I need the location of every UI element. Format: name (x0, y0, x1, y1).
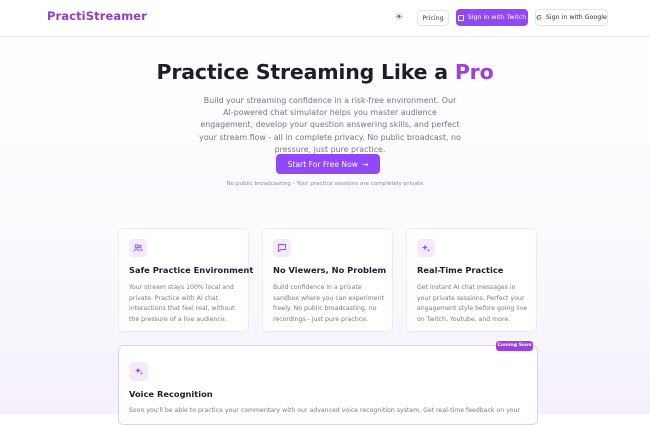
feature-card-real-time: Real-Time Practice Get instant AI chat m… (406, 228, 537, 332)
hero-title-main: Practice Streaming Like a (156, 60, 455, 84)
twitch-label: Sign in with Twitch (467, 14, 527, 21)
hero-title-accent: Pro (454, 60, 494, 84)
google-icon: G (536, 13, 542, 22)
hero-title: Practice Streaming Like a Pro (0, 60, 650, 84)
pricing-button[interactable]: Pricing (417, 10, 449, 26)
feature-card-voice-recognition: Voice Recognition Soon you'll be able to… (118, 345, 538, 425)
users-icon (129, 239, 147, 257)
cta-label: Start For Free Now (287, 159, 358, 169)
sparkles-icon (417, 239, 435, 257)
feature-description: Get instant AI chat messages in your pri… (417, 284, 528, 323)
twitch-icon (457, 14, 464, 21)
pricing-label: Pricing (422, 14, 444, 22)
hero-description: Build your streaming confidence in a ris… (199, 96, 461, 154)
coming-soon-badge: Coming Soon (496, 341, 533, 351)
feature-title: No Viewers, No Problem (273, 265, 387, 275)
arrow-right-icon: → (361, 159, 369, 169)
privacy-note: No public broadcasting - Your practice s… (226, 181, 424, 187)
feature-description: Your stream stays 100% local and private… (129, 284, 235, 323)
feature-card-safe-practice: Safe Practice Environment Your stream st… (118, 228, 253, 332)
feature-description: Soon you'll be able to practice your com… (129, 407, 520, 414)
start-free-button[interactable]: Start For Free Now → (276, 154, 380, 174)
feature-card-no-viewers: No Viewers, No Problem Build confidence … (262, 228, 393, 332)
app-logo[interactable]: PractiStreamer (47, 9, 147, 23)
chat-bubble-icon (273, 239, 291, 257)
sign-in-google-button[interactable]: G Sign in with Google (535, 9, 608, 26)
feature-description: Build confidence in a private sandbox wh… (273, 284, 384, 323)
top-nav: PractiStreamer ☀ Pricing Sign in with Tw… (0, 0, 650, 37)
sign-in-twitch-button[interactable]: Sign in with Twitch (456, 9, 528, 26)
sun-icon: ☀ (394, 12, 404, 23)
feature-title: Safe Practice Environment (129, 265, 254, 275)
feature-title: Voice Recognition (129, 389, 213, 399)
theme-toggle-button[interactable]: ☀ (392, 11, 406, 25)
google-label: Sign in with Google (545, 14, 607, 21)
sparkles-icon (129, 362, 148, 381)
feature-title: Real-Time Practice (417, 265, 504, 275)
